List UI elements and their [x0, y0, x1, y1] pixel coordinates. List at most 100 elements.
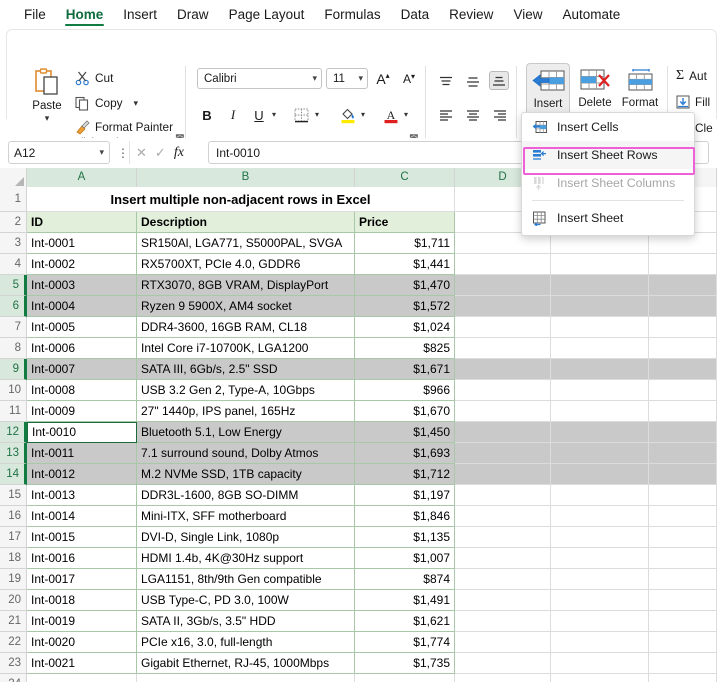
cell[interactable] — [551, 674, 649, 682]
select-all-corner[interactable] — [0, 168, 27, 187]
cell[interactable]: $1,572 — [355, 296, 455, 317]
column-header-C[interactable]: C — [355, 168, 455, 187]
cell[interactable]: Intel Core i7-10700K, LGA1200 — [137, 338, 355, 359]
cell[interactable]: DDR3L-1600, 8GB SO-DIMM — [137, 485, 355, 506]
cell[interactable] — [551, 254, 649, 275]
column-header-B[interactable]: B — [137, 168, 355, 187]
cell[interactable]: SATA II, 3Gb/s, 3.5" HDD — [137, 611, 355, 632]
ribbon-tab-view[interactable]: View — [503, 0, 552, 29]
cell[interactable] — [137, 674, 355, 682]
font-color-button[interactable]: A — [382, 104, 400, 126]
cell[interactable] — [649, 254, 717, 275]
row-header-22[interactable]: 22 — [0, 632, 27, 653]
cell[interactable] — [455, 443, 551, 464]
cell[interactable]: Bluetooth 5.1, Low Energy — [137, 422, 355, 443]
align-bottom-button[interactable] — [489, 71, 509, 90]
cell[interactable] — [649, 590, 717, 611]
font-family-select[interactable]: Calibri ▾ — [197, 68, 322, 89]
cell[interactable]: Int-0003 — [27, 275, 137, 296]
cell[interactable]: LGA1151, 8th/9th Gen compatible — [137, 569, 355, 590]
name-box-chevron-down-icon[interactable]: ▾ — [99, 147, 104, 158]
cell[interactable]: $1,024 — [355, 317, 455, 338]
cell[interactable] — [551, 401, 649, 422]
cell[interactable]: DDR4-3600, 16GB RAM, CL18 — [137, 317, 355, 338]
cell[interactable] — [455, 569, 551, 590]
cell[interactable]: Int-0018 — [27, 590, 137, 611]
underline-button[interactable]: U — [250, 104, 268, 126]
row-header-4[interactable]: 4 — [0, 254, 27, 275]
row-header-21[interactable]: 21 — [0, 611, 27, 632]
underline-chevron-down-icon[interactable]: ▾ — [272, 110, 276, 119]
cell[interactable]: $874 — [355, 569, 455, 590]
autosum-button[interactable]: Σ Aut — [676, 66, 707, 86]
cell[interactable] — [649, 443, 717, 464]
cell[interactable]: $1,441 — [355, 254, 455, 275]
cell[interactable]: $1,491 — [355, 590, 455, 611]
align-center-button[interactable] — [463, 105, 483, 124]
format-painter-button[interactable]: Format Painter — [75, 117, 173, 137]
row-header-7[interactable]: 7 — [0, 317, 27, 338]
cell[interactable]: USB 3.2 Gen 2, Type-A, 10Gbps — [137, 380, 355, 401]
cell[interactable] — [455, 317, 551, 338]
cell[interactable] — [551, 590, 649, 611]
cell[interactable] — [455, 401, 551, 422]
enter-formula-icon[interactable]: ✓ — [155, 145, 166, 161]
row-header-17[interactable]: 17 — [0, 527, 27, 548]
cell[interactable] — [551, 422, 649, 443]
cell[interactable]: Int-0004 — [27, 296, 137, 317]
row-header-20[interactable]: 20 — [0, 590, 27, 611]
row-header-10[interactable]: 10 — [0, 380, 27, 401]
cell[interactable] — [551, 464, 649, 485]
cell[interactable] — [455, 254, 551, 275]
cell[interactable] — [649, 422, 717, 443]
cell[interactable] — [455, 506, 551, 527]
cell[interactable] — [455, 674, 551, 682]
font-size-select[interactable]: 11 ▾ — [326, 68, 368, 89]
cell[interactable]: SR150Al, LGA771, S5000PAL, SVGA — [137, 233, 355, 254]
cell[interactable] — [355, 674, 455, 682]
cell[interactable] — [649, 317, 717, 338]
ribbon-tab-insert[interactable]: Insert — [113, 0, 167, 29]
cell[interactable] — [649, 401, 717, 422]
cell[interactable]: HDMI 1.4b, 4K@30Hz support — [137, 548, 355, 569]
row-header-14[interactable]: 14 — [0, 464, 27, 485]
cell[interactable] — [455, 422, 551, 443]
row-header-1[interactable]: 1 — [0, 187, 27, 212]
fill-color-chevron-down-icon[interactable]: ▾ — [361, 110, 365, 119]
cell[interactable]: Int-0020 — [27, 632, 137, 653]
borders-chevron-down-icon[interactable]: ▾ — [315, 110, 319, 119]
cell[interactable] — [649, 527, 717, 548]
cell[interactable]: USB Type-C, PD 3.0, 100W — [137, 590, 355, 611]
cell[interactable] — [551, 338, 649, 359]
cell[interactable]: $825 — [355, 338, 455, 359]
cell[interactable]: $1,621 — [355, 611, 455, 632]
row-header-5[interactable]: 5 — [0, 275, 27, 296]
cell[interactable] — [455, 590, 551, 611]
copy-chevron-down-icon[interactable]: ▾ — [134, 99, 139, 108]
column-header-A[interactable]: A — [27, 168, 137, 187]
row-header-24[interactable]: 24 — [0, 674, 27, 682]
cell[interactable]: $966 — [355, 380, 455, 401]
cell[interactable] — [455, 632, 551, 653]
cell[interactable]: Int-0002 — [27, 254, 137, 275]
cell[interactable]: Int-0006 — [27, 338, 137, 359]
cell[interactable]: $1,670 — [355, 401, 455, 422]
cell[interactable]: Int-0016 — [27, 548, 137, 569]
cell[interactable] — [649, 506, 717, 527]
cell[interactable] — [551, 443, 649, 464]
cell[interactable]: Int-0011 — [27, 443, 137, 464]
cell[interactable] — [649, 338, 717, 359]
cell[interactable]: Mini-ITX, SFF motherboard — [137, 506, 355, 527]
cell[interactable]: $1,450 — [355, 422, 455, 443]
cell[interactable] — [455, 233, 551, 254]
ribbon-tab-page-layout[interactable]: Page Layout — [219, 0, 315, 29]
ribbon-tab-automate[interactable]: Automate — [552, 0, 630, 29]
row-header-18[interactable]: 18 — [0, 548, 27, 569]
row-header-2[interactable]: 2 — [0, 212, 27, 233]
cell[interactable]: 27" 1440p, IPS panel, 165Hz — [137, 401, 355, 422]
cell[interactable]: $1,712 — [355, 464, 455, 485]
ribbon-tab-draw[interactable]: Draw — [167, 0, 219, 29]
row-header-19[interactable]: 19 — [0, 569, 27, 590]
cell[interactable] — [455, 296, 551, 317]
name-box[interactable]: A12 ▾ — [8, 141, 110, 164]
